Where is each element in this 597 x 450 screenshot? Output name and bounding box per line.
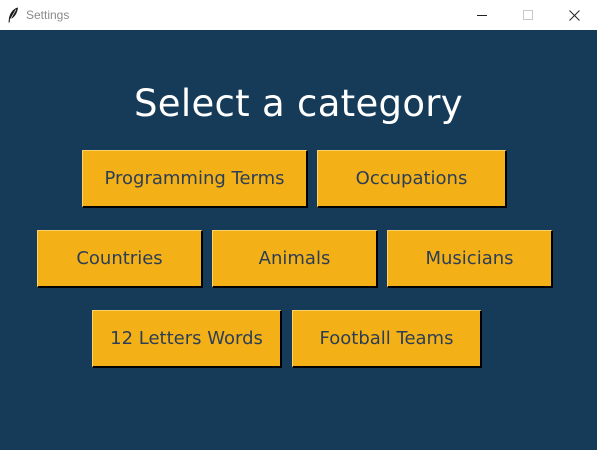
minimize-button[interactable] [459, 0, 505, 30]
category-button-12-letters-words[interactable]: 12 Letters Words [92, 310, 282, 368]
maximize-icon [523, 10, 533, 20]
close-icon [568, 9, 580, 21]
minimize-icon [477, 10, 487, 20]
category-button-programming-terms[interactable]: Programming Terms [82, 150, 308, 208]
category-button-musicians[interactable]: Musicians [387, 230, 553, 288]
category-button-countries[interactable]: Countries [37, 230, 203, 288]
category-button-animals[interactable]: Animals [212, 230, 378, 288]
category-button-occupations[interactable]: Occupations [317, 150, 507, 208]
close-button[interactable] [551, 0, 597, 30]
category-button-football-teams[interactable]: Football Teams [292, 310, 482, 368]
title-bar[interactable]: Settings [0, 0, 597, 30]
settings-window: Settings Select a category Programming T… [0, 0, 597, 450]
window-title: Settings [26, 8, 70, 22]
page-title: Select a category [134, 82, 463, 125]
maximize-button[interactable] [505, 0, 551, 30]
category-panel: Select a category Programming Terms Occu… [0, 30, 597, 450]
feather-icon [7, 7, 19, 23]
